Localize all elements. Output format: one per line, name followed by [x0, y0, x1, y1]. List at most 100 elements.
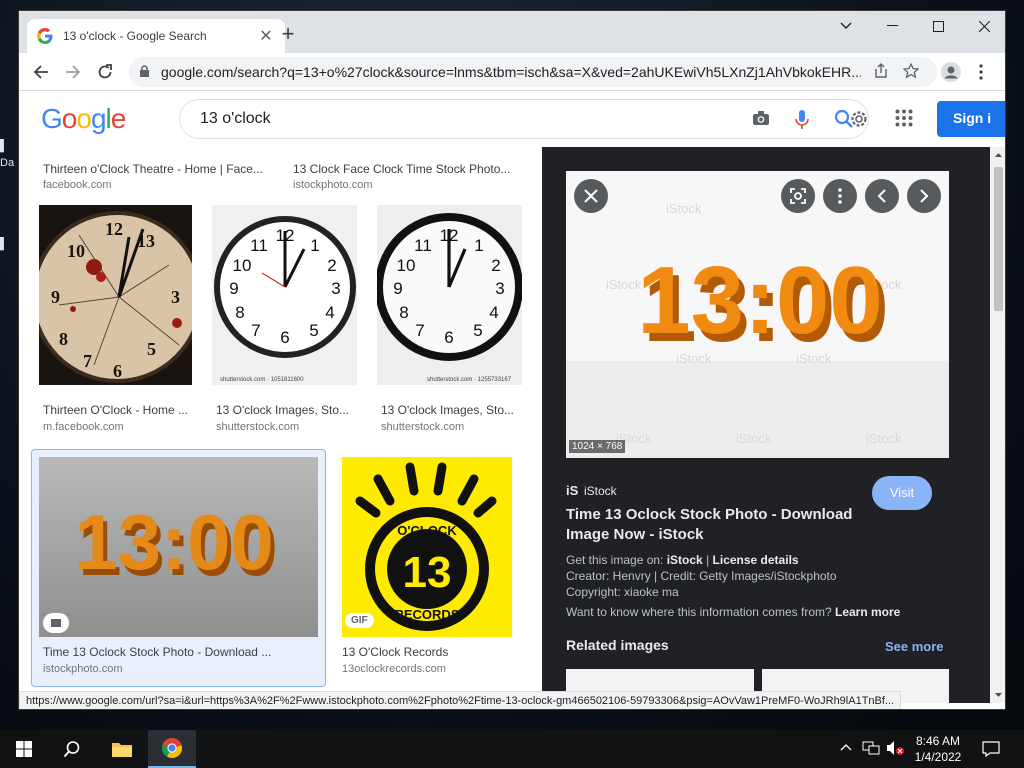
result-thumbnail-records-logo[interactable]: O'CLOCK 13 RECORDS GIF: [342, 457, 512, 637]
profile-button[interactable]: [941, 62, 961, 87]
svg-text:8: 8: [235, 303, 244, 322]
maximize-button[interactable]: [915, 11, 961, 41]
records-logo-number: 13: [403, 548, 452, 597]
page-scrollbar[interactable]: [990, 147, 1006, 703]
chrome-icon: [161, 738, 183, 759]
search-query-input[interactable]: 13 o'clock: [200, 110, 271, 128]
next-image-button[interactable]: [907, 179, 941, 213]
istock-logo[interactable]: iS: [566, 483, 578, 498]
license-details-link[interactable]: License details: [713, 553, 799, 567]
result-source: m.facebook.com: [43, 421, 124, 433]
start-button[interactable]: [0, 730, 48, 768]
svg-text:7: 7: [251, 321, 260, 340]
desktop-icon-label-fragment[interactable]: ▌: [0, 140, 8, 152]
google-header: Google 13 o'clock Sign i: [19, 91, 1005, 147]
tab-close-icon[interactable]: ✕: [257, 26, 275, 46]
notifications-icon[interactable]: [982, 741, 1000, 757]
camera-icon[interactable]: [752, 109, 770, 127]
orange-13-00-large-image: iStock iStock iStock iStock iStock iStoc…: [566, 171, 949, 458]
info-source-line: Want to know where this information come…: [566, 605, 900, 619]
clock-time: 8:46 AM: [915, 734, 961, 748]
maximize-icon: [932, 20, 944, 32]
url-text[interactable]: google.com/search?q=13+o%27clock&source=…: [161, 64, 861, 80]
chrome-taskbar-button[interactable]: [148, 730, 196, 768]
settings-gear-icon[interactable]: [848, 108, 870, 130]
get-image-site-link[interactable]: iStock: [667, 553, 703, 567]
image-dimensions: 1024 × 768: [569, 440, 626, 453]
volume-muted-icon[interactable]: [886, 740, 904, 756]
close-icon: [584, 189, 598, 203]
result-caption[interactable]: 13 Clock Face Clock Time Stock Photo...: [293, 162, 523, 176]
google-favicon-icon: [37, 28, 53, 44]
previous-image-button[interactable]: [865, 179, 899, 213]
back-button[interactable]: [29, 61, 53, 83]
forward-button[interactable]: [61, 61, 85, 83]
wall-clock-image: 12123 4567 891011 shutterstock.com · 105…: [214, 216, 356, 383]
browser-tab[interactable]: 13 o'clock - Google Search ✕: [27, 19, 285, 53]
result-caption[interactable]: 13 O'clock Images, Sto...: [381, 403, 519, 417]
site-name[interactable]: iStock: [584, 484, 617, 498]
preview-title-line2[interactable]: Image Now - iStock: [566, 526, 704, 543]
network-icon[interactable]: [862, 740, 880, 756]
see-more-link[interactable]: See more: [885, 639, 944, 654]
browser-window: 13 o'clock - Google Search ✕ + google.co…: [18, 10, 1006, 710]
new-tab-button[interactable]: +: [277, 23, 299, 46]
result-caption[interactable]: 13 O'clock Images, Sto...: [216, 403, 354, 417]
address-bar[interactable]: google.com/search?q=13+o%27clock&source=…: [129, 57, 937, 87]
result-caption[interactable]: 13 O'Clock Records: [342, 645, 512, 659]
result-thumbnail-bloody-clock[interactable]: 12 13 10 39876 5: [39, 205, 192, 385]
result-thumbnail-wall-clock-2[interactable]: 12123 4567 891011 shutterstock.com · 125…: [377, 205, 522, 385]
lens-search-button[interactable]: [781, 179, 815, 213]
svg-text:3: 3: [331, 279, 340, 298]
svg-text:9: 9: [393, 279, 402, 298]
thumbnail-watermark: shutterstock.com · 1051811600: [220, 377, 304, 383]
lock-icon[interactable]: [139, 65, 150, 78]
chevron-down-icon: [840, 22, 852, 29]
taskbar-search-button[interactable]: [48, 730, 96, 768]
close-window-button[interactable]: [961, 11, 1005, 41]
result-caption[interactable]: Thirteen O'Clock - Home ...: [43, 403, 193, 417]
result-thumbnail-13-00-orange[interactable]: 13:00 13:00: [39, 457, 318, 637]
scrollbar-thumb[interactable]: [994, 167, 1003, 311]
share-icon[interactable]: [873, 63, 889, 79]
preview-watermark: iStock: [866, 431, 902, 446]
microphone-icon[interactable]: [794, 109, 810, 131]
visit-button[interactable]: Visit: [872, 476, 932, 510]
show-hidden-icons-chevron-icon[interactable]: [840, 743, 852, 751]
sign-in-button[interactable]: Sign i: [937, 101, 1005, 137]
desktop-icon-label[interactable]: Da: [0, 157, 14, 169]
browser-menu-button[interactable]: [979, 64, 983, 85]
learn-more-link[interactable]: Learn more: [835, 605, 900, 619]
google-logo[interactable]: Google: [41, 103, 126, 135]
svg-text:8: 8: [59, 329, 68, 349]
svg-text:12: 12: [105, 219, 123, 239]
separator: |: [702, 553, 713, 567]
search-icon: [63, 741, 80, 758]
scroll-down-arrow-icon[interactable]: [990, 689, 1006, 701]
svg-text:3: 3: [495, 279, 504, 298]
file-explorer-button[interactable]: [98, 730, 146, 768]
preview-title-line1[interactable]: Time 13 Oclock Stock Photo - Download: [566, 506, 852, 523]
result-thumbnail-wall-clock-1[interactable]: 12123 4567 891011 shutterstock.com · 105…: [212, 205, 357, 385]
kebab-menu-icon: [979, 64, 983, 80]
close-preview-button[interactable]: [574, 179, 608, 213]
result-caption[interactable]: Thirteen o'Clock Theatre - Home | Face..…: [43, 162, 273, 176]
result-caption-selected[interactable]: Time 13 Oclock Stock Photo - Download ..…: [43, 645, 318, 659]
system-clock[interactable]: 8:46 AM 1/4/2022: [905, 733, 971, 765]
minimize-button[interactable]: [869, 11, 915, 41]
get-image-line: Get this image on: iStock | License deta…: [566, 553, 799, 567]
scroll-up-arrow-icon[interactable]: [990, 149, 1006, 161]
preview-image[interactable]: iStock iStock iStock iStock iStock iStoc…: [566, 171, 949, 458]
bookmark-star-icon[interactable]: [903, 63, 919, 79]
tab-search-button[interactable]: [823, 11, 869, 41]
google-apps-button[interactable]: [895, 109, 913, 132]
get-image-prefix: Get this image on:: [566, 553, 667, 567]
browser-toolbar: google.com/search?q=13+o%27clock&source=…: [19, 53, 1005, 91]
desktop-icon-fragment[interactable]: ▌: [0, 238, 8, 250]
more-options-button[interactable]: [823, 179, 857, 213]
reload-button[interactable]: [93, 61, 117, 83]
search-box[interactable]: 13 o'clock: [179, 99, 869, 139]
svg-text:7: 7: [83, 351, 92, 371]
preview-watermark: iStock: [666, 201, 702, 216]
apps-grid-icon: [895, 109, 913, 127]
